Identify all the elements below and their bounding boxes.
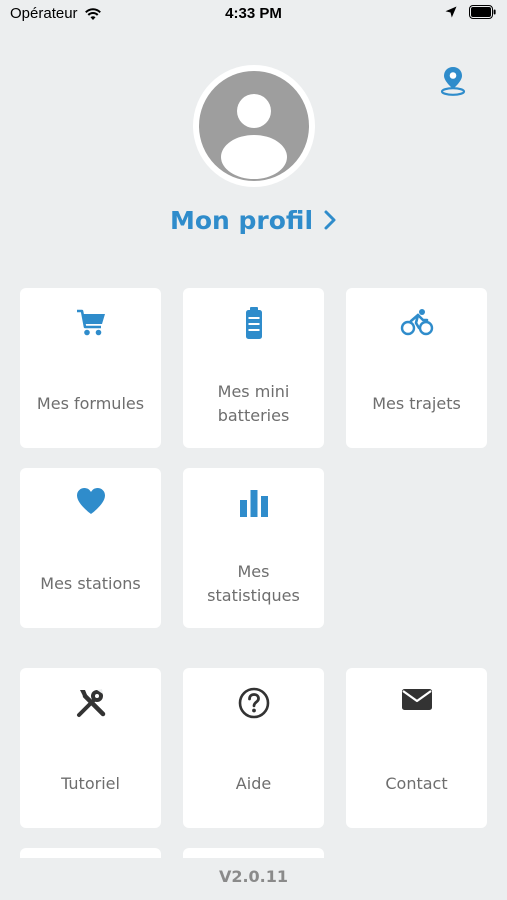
tile-label: Aide: [235, 774, 272, 793]
tile-label: Mes trajets: [372, 394, 461, 413]
chevron-right-icon: [323, 208, 337, 237]
tile-partial[interactable]: [183, 848, 324, 858]
map-pin-icon: [440, 67, 466, 96]
tile-tutoriel[interactable]: Tutoriel: [20, 668, 161, 828]
app-version: V2.0.11: [218, 867, 289, 886]
tile-label: Mes statistiques: [207, 562, 300, 605]
my-profile-link[interactable]: Mon profil: [0, 206, 507, 237]
bike-icon: [400, 309, 433, 336]
location-arrow-icon: [445, 6, 457, 18]
envelope-icon: [401, 689, 432, 710]
tile-mes-trajets[interactable]: Mes trajets: [346, 288, 487, 448]
heart-icon: [76, 488, 105, 514]
tile-partial[interactable]: [20, 848, 161, 858]
cart-icon: [76, 309, 105, 336]
tile-label: Contact: [385, 774, 448, 793]
location-button[interactable]: [440, 66, 466, 96]
tile-label: Mes stations: [40, 574, 141, 593]
tile-label: Mes formules: [36, 394, 145, 413]
status-bar: Opérateur 4:33 PM: [0, 0, 507, 30]
tile-mes-statistiques[interactable]: Mes statistiques: [183, 468, 324, 628]
clock: 4:33 PM: [225, 5, 282, 22]
bar-chart-icon: [239, 490, 268, 517]
avatar[interactable]: [193, 65, 315, 187]
tile-contact[interactable]: Contact: [346, 668, 487, 828]
profile-label: Mon profil: [169, 206, 314, 235]
user-avatar-icon: [199, 71, 309, 181]
tile-mes-stations[interactable]: Mes stations: [20, 468, 161, 628]
tile-label: Tutoriel: [61, 774, 120, 793]
tile-label: Mes mini batteries: [217, 382, 290, 425]
tile-mes-mini-batteries[interactable]: Mes mini batteries: [183, 288, 324, 448]
battery-status-icon: [469, 5, 496, 19]
tools-icon: [76, 689, 105, 717]
tile-mes-formules[interactable]: Mes formules: [20, 288, 161, 448]
help-circle-icon: [238, 687, 269, 719]
tile-aide[interactable]: Aide: [183, 668, 324, 828]
battery-icon: [245, 307, 262, 339]
